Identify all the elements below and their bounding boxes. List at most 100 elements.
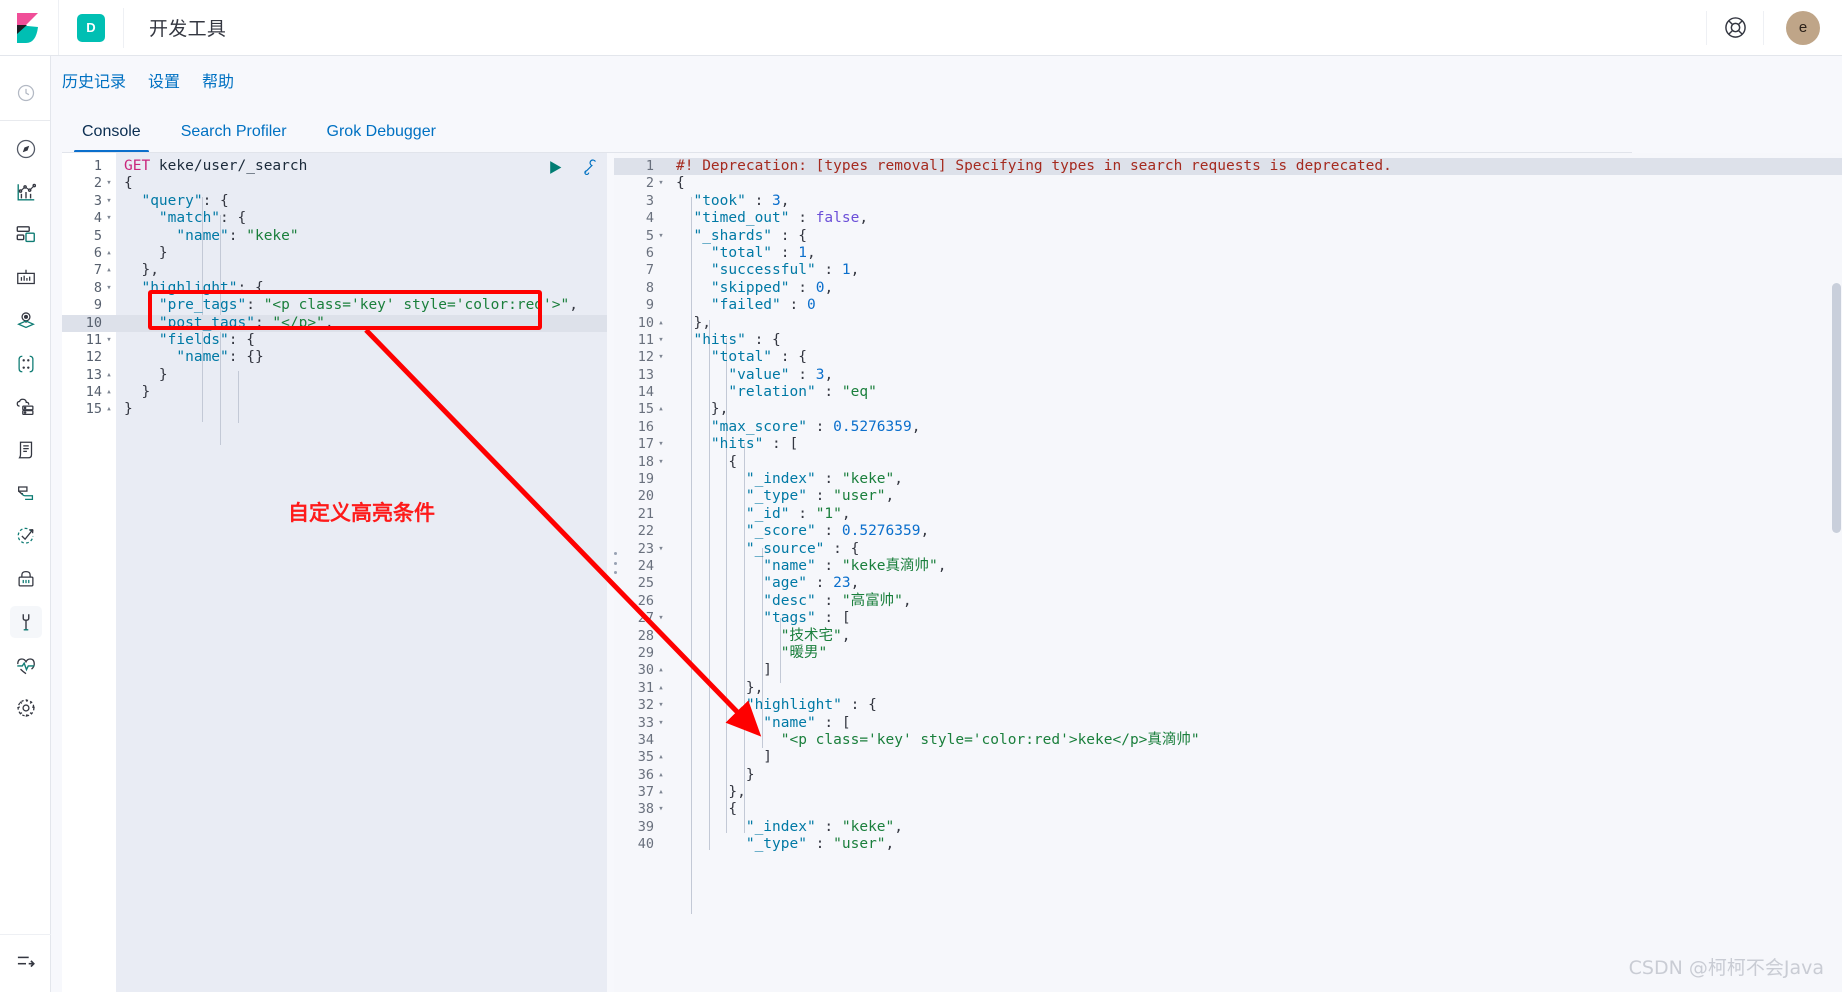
fold-toggle-icon[interactable]: ▾	[102, 210, 116, 227]
fold-toggle-icon[interactable]: ▾	[654, 541, 668, 558]
code-text: "_source" : {	[676, 540, 860, 557]
line-number: 27	[637, 610, 654, 627]
line-number: 13	[85, 366, 102, 383]
fold-toggle-icon[interactable]: ▴	[654, 315, 668, 332]
code-text: "tags" : [	[676, 610, 851, 627]
header-divider	[123, 7, 124, 48]
sidebar-item-canvas[interactable]	[0, 256, 51, 299]
subnav-item-history[interactable]: 历史记录	[62, 68, 126, 92]
fold-toggle-icon[interactable]: ▾	[102, 280, 116, 297]
code-text: ]	[676, 749, 773, 766]
fold-toggle-icon[interactable]: ▴	[654, 784, 668, 801]
sidebar-item-recently-viewed[interactable]	[0, 71, 51, 114]
sidebar-item-monitoring[interactable]	[0, 643, 51, 686]
fold-toggle-icon[interactable]: ▾	[654, 436, 668, 453]
response-pane[interactable]: 1 #! Deprecation: [types removal] Specify…	[614, 153, 1842, 992]
fold-toggle-icon[interactable]: ▴	[654, 680, 668, 697]
code-line: 22 "_score" : 0.5276359,	[614, 523, 1842, 540]
pane-resize-handle[interactable]	[611, 552, 619, 574]
line-number: 20	[637, 488, 654, 505]
line-number: 23	[637, 540, 654, 557]
sidebar-item-logs[interactable]	[0, 428, 51, 471]
canvas-easel-icon	[10, 262, 42, 294]
sidebar-item-maps[interactable]	[0, 299, 51, 342]
wrench-settings-icon[interactable]	[580, 158, 599, 177]
request-editor-pane[interactable]: 1 GET keke/user/_search 2 ▾{3 ▾ "query": {4 ▾…	[62, 153, 607, 992]
avatar[interactable]: e	[1786, 10, 1820, 45]
sidebar-item-management[interactable]	[0, 686, 51, 729]
machine-learning-nodes-icon	[10, 348, 42, 380]
fold-toggle-icon[interactable]: ▴	[654, 401, 668, 418]
fold-toggle-icon[interactable]: ▾	[654, 715, 668, 732]
line-number: 16	[637, 418, 654, 435]
code-text: "fields": {	[124, 331, 255, 348]
fold-toggle-icon[interactable]: ▴	[102, 367, 116, 384]
line-number: 1	[93, 158, 102, 174]
fold-toggle-icon[interactable]: ▴	[102, 262, 116, 279]
fold-toggle-icon[interactable]: ▴	[102, 401, 116, 418]
fold-toggle-icon[interactable]: ▾	[654, 349, 668, 366]
fold-toggle-icon[interactable]: ▾	[102, 332, 116, 349]
tab-search-profiler[interactable]: Search Profiler	[161, 123, 307, 153]
line-number: 15	[85, 401, 102, 418]
code-line: 38 ▾ {	[614, 801, 1842, 818]
infrastructure-cloud-server-icon	[10, 391, 42, 423]
fold-toggle-icon[interactable]: ▴	[654, 749, 668, 766]
line-number: 13	[637, 366, 654, 383]
fold-toggle-icon[interactable]: ▴	[654, 767, 668, 784]
fold-toggle-icon[interactable]: ▾	[654, 610, 668, 627]
dev-tools-subnav: 历史记录 设置 帮助	[51, 56, 1842, 103]
help-lifering-icon[interactable]	[1707, 0, 1763, 56]
fold-toggle-icon[interactable]: ▾	[102, 193, 116, 210]
fold-toggle-icon[interactable]: ▴	[654, 662, 668, 679]
fold-toggle-icon[interactable]: ▾	[654, 332, 668, 349]
sidebar-item-discover[interactable]	[0, 127, 51, 170]
subnav-item-help[interactable]: 帮助	[202, 68, 234, 92]
code-line: 6 "total" : 1,	[614, 245, 1842, 262]
line-number: 37	[637, 784, 654, 801]
code-line: 9 "pre_tags": "<p class='key' style='col…	[62, 297, 607, 314]
code-text: "match": {	[124, 210, 247, 227]
code-text: },	[676, 314, 711, 331]
response-output[interactable]: 1 #! Deprecation: [types removal] Specify…	[614, 158, 1842, 854]
sidebar-item-uptime[interactable]	[0, 514, 51, 557]
code-line: 10 "post_tags": "</p>",	[62, 314, 607, 332]
code-line: 4 "timed_out" : false,	[614, 210, 1842, 227]
fold-toggle-icon[interactable]: ▾	[654, 801, 668, 818]
fold-toggle-icon[interactable]: ▴	[102, 384, 116, 401]
code-text: }	[124, 244, 168, 261]
code-line: 20 "_type" : "user",	[614, 488, 1842, 505]
subnav-item-settings[interactable]: 设置	[148, 68, 180, 92]
code-text: "highlight": {	[124, 279, 264, 296]
fold-toggle-icon[interactable]: ▾	[654, 175, 668, 192]
fold-toggle-icon[interactable]: ▾	[654, 228, 668, 245]
code-text: {	[676, 453, 738, 470]
tab-grok-debugger[interactable]: Grok Debugger	[307, 123, 456, 153]
line-number: 12	[637, 349, 654, 366]
code-text: "failed" : 0	[676, 297, 816, 314]
play-run-icon[interactable]	[547, 159, 564, 176]
code-text: "successful" : 1,	[676, 262, 860, 279]
code-line: 14 ▴ }	[62, 384, 607, 401]
sidebar-item-siem[interactable]	[0, 557, 51, 600]
code-line: 3 ▾ "query": {	[62, 193, 607, 210]
sidebar-item-dev-tools[interactable]	[0, 600, 51, 643]
fold-toggle-icon[interactable]: ▾	[102, 175, 116, 192]
fold-toggle-icon[interactable]: ▾	[654, 697, 668, 714]
sidebar-item-visualize[interactable]	[0, 170, 51, 213]
management-gear-icon	[10, 692, 42, 724]
fold-toggle-icon[interactable]: ▴	[102, 245, 116, 262]
sidebar-collapse-button[interactable]	[0, 934, 51, 992]
fold-toggle-icon[interactable]: ▾	[654, 454, 668, 471]
line-number: 30	[637, 662, 654, 679]
sidebar-item-apm[interactable]	[0, 471, 51, 514]
sidebar-item-dashboard[interactable]	[0, 213, 51, 256]
sidebar-item-machine-learning[interactable]	[0, 342, 51, 385]
response-scrollbar[interactable]	[1832, 283, 1841, 533]
code-text: "skipped" : 0,	[676, 279, 834, 296]
tab-console[interactable]: Console	[62, 123, 161, 153]
kibana-logo-icon[interactable]	[0, 0, 59, 55]
code-line: 12 "name": {}	[62, 349, 607, 366]
request-editor[interactable]: 1 GET keke/user/_search 2 ▾{3 ▾ "query": {4 ▾…	[62, 158, 607, 419]
sidebar-item-infrastructure[interactable]	[0, 385, 51, 428]
